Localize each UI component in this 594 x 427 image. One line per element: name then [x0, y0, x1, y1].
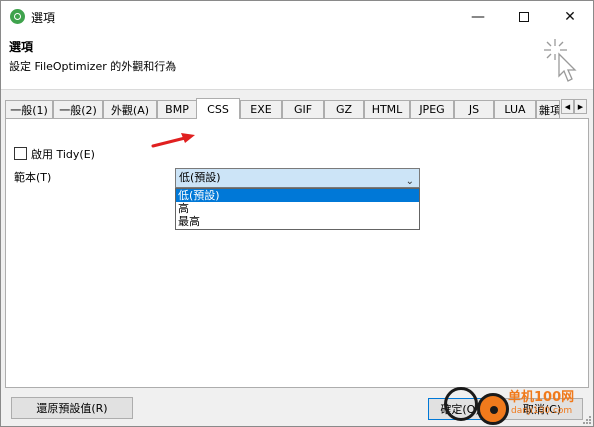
tab-misc[interactable]: 雜項 — [536, 100, 560, 118]
maximize-button[interactable] — [501, 1, 547, 32]
tab-general-2[interactable]: 一般(2) — [53, 100, 103, 118]
tab-strip: 一般(1) 一般(2) 外觀(A) BMP CSS EXE GIF GZ HTM… — [5, 98, 589, 119]
annotation-arrow-icon — [151, 133, 195, 148]
tab-lua[interactable]: LUA — [494, 100, 536, 118]
tidy-checkbox[interactable] — [14, 147, 27, 160]
watermark-url: danji100.com — [511, 406, 573, 416]
tab-general-1[interactable]: 一般(1) — [5, 100, 53, 118]
tab-scroll-right-button[interactable]: ▶ — [574, 99, 587, 114]
tab-exe[interactable]: EXE — [240, 100, 282, 118]
options-dialog: 選項 — ✕ 選項 設定 FileOptimizer 的外觀和行為 一般(1) … — [0, 0, 594, 427]
magic-cursor-icon — [544, 39, 577, 82]
tidy-checkbox-label[interactable]: 啟用 Tidy(E) — [31, 146, 95, 162]
header-title: 選項 — [9, 40, 34, 54]
template-select-value: 低(預設) — [179, 171, 221, 184]
template-select[interactable]: 低(預設) ⌄ — [175, 168, 420, 188]
chevron-left-icon: ◀ — [564, 102, 571, 111]
title-bar: 選項 — ✕ — [1, 1, 593, 32]
template-option-low[interactable]: 低(預設) — [176, 189, 419, 202]
window-title: 選項 — [31, 11, 56, 25]
css-tab-panel: 啟用 Tidy(E) 範本(T) 低(預設) ⌄ 低(預設) 高 最高 — [5, 118, 589, 388]
tab-html[interactable]: HTML — [364, 100, 410, 118]
resize-grip-icon[interactable] — [581, 414, 591, 424]
tab-bmp[interactable]: BMP — [157, 100, 197, 118]
tab-scroll-left-button[interactable]: ◀ — [561, 99, 574, 114]
template-option-high[interactable]: 高 — [176, 202, 419, 215]
minimize-icon: — — [471, 8, 485, 25]
header-subtitle: 設定 FileOptimizer 的外觀和行為 — [9, 60, 177, 73]
maximize-icon — [519, 11, 529, 22]
watermark-logo-icon — [477, 393, 509, 425]
tab-gz[interactable]: GZ — [324, 100, 364, 118]
template-option-highest[interactable]: 最高 — [176, 215, 419, 228]
watermark-ring-icon — [444, 387, 478, 421]
minimize-button[interactable]: — — [455, 1, 501, 32]
close-button[interactable]: ✕ — [547, 1, 593, 32]
template-dropdown-list: 低(預設) 高 最高 — [175, 188, 420, 230]
tab-css[interactable]: CSS — [196, 98, 240, 119]
chevron-right-icon: ▶ — [577, 102, 584, 111]
watermark-text: 单机100网 — [508, 390, 575, 405]
close-icon: ✕ — [564, 8, 576, 25]
app-icon — [10, 9, 25, 24]
restore-defaults-button[interactable]: 還原預設值(R) — [11, 397, 133, 419]
tab-gif[interactable]: GIF — [282, 100, 324, 118]
tab-js[interactable]: JS — [454, 100, 494, 118]
tab-appearance[interactable]: 外觀(A) — [103, 100, 157, 118]
dialog-header: 選項 設定 FileOptimizer 的外觀和行為 — [1, 32, 593, 90]
tab-jpeg[interactable]: JPEG — [410, 100, 454, 118]
template-label: 範本(T) — [14, 171, 52, 184]
